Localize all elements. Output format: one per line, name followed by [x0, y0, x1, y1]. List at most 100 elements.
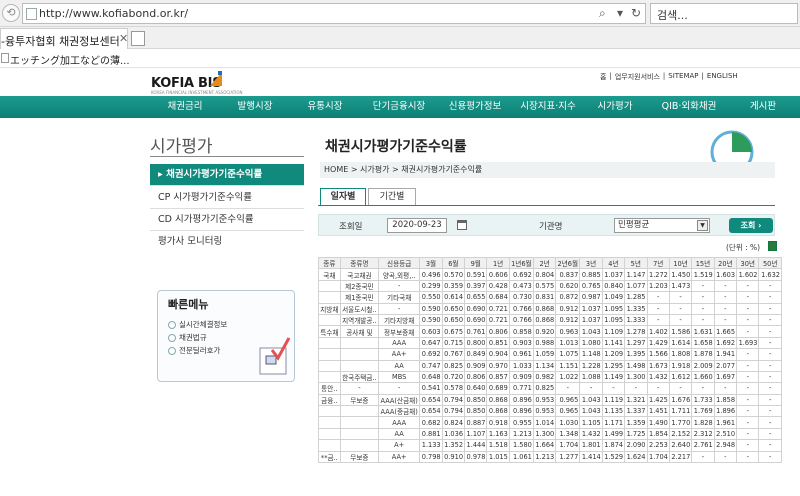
table-cell: 0.837	[555, 268, 581, 281]
table-cell: -	[691, 279, 715, 293]
table-cell: 1.664	[532, 439, 557, 452]
table-cell: 0.720	[441, 370, 466, 384]
nav-item-market-index[interactable]: 시장지표·지수	[512, 96, 584, 118]
refresh-icon[interactable]: ↻	[631, 6, 641, 20]
table-header-row: 종류 종류명 신용등급 3월 6월 9월 1년 1년6월 2년 2년6월 3년 4년 5년 7년 10년 15…	[318, 256, 782, 270]
search-placeholder: 검색...	[657, 9, 688, 22]
logo-mark-icon	[210, 71, 222, 86]
sitemap-link[interactable]: SITEMAP	[668, 72, 698, 82]
table-cell: 1.141	[601, 336, 626, 350]
table-cell: 1.444	[464, 439, 488, 452]
table-cell: 0.648	[419, 370, 443, 384]
url-input[interactable]: http://www.kofiabond.or.kr/ ⌕ ▾ ↻	[22, 3, 646, 24]
table-cell: 무보증	[339, 393, 380, 407]
table-cell: -	[339, 382, 380, 395]
table-cell: 제2종국민	[339, 279, 380, 293]
table-cell: 1.321	[624, 393, 648, 407]
table-cell: 0.575	[532, 279, 557, 293]
table-cell: -	[691, 302, 715, 315]
table-cell: 1.015	[486, 450, 510, 464]
table-cell: 특수채	[318, 325, 341, 338]
table-cell: 0.620	[555, 279, 581, 293]
nav-item-board[interactable]: 게시판	[738, 96, 788, 118]
back-icon[interactable]: ⟲	[2, 4, 20, 22]
favorite-link[interactable]: エッチング加工などの薄...	[10, 52, 130, 67]
sidebar-item-monitoring[interactable]: 평가사 모니터링	[150, 231, 304, 253]
table-cell: 1.022	[555, 370, 581, 384]
table-cell: 1.075	[555, 348, 581, 361]
table-cell	[318, 291, 341, 304]
table-cell: -	[736, 382, 760, 395]
browser-tab[interactable]: -융투자협회 채권정보센터 ✕	[0, 28, 128, 49]
table-cell: 1.770	[668, 416, 693, 429]
tab-underline	[318, 205, 775, 206]
table-cell: AAA(산금채)	[378, 393, 421, 407]
table-cell: 0.909	[464, 359, 488, 372]
table-cell: 0.988	[532, 336, 557, 350]
date-input[interactable]: 2020-09-23	[387, 218, 447, 233]
table-cell: 1.725	[624, 427, 648, 441]
table-cell: 1.660	[691, 370, 715, 384]
table-cell: 0.715	[441, 336, 466, 350]
nav-item-rates[interactable]: 채권금리	[150, 96, 220, 118]
table-cell: 0.771	[508, 382, 534, 395]
table-cell: 1.402	[646, 325, 670, 338]
new-tab-icon[interactable]	[131, 31, 145, 46]
home-link[interactable]: 홈	[600, 72, 606, 82]
table-cell: 0.909	[508, 370, 534, 384]
table-cell: 0.640	[464, 382, 488, 395]
table-cell: 1.133	[419, 439, 443, 452]
table-cell: -	[736, 416, 760, 429]
column-header: 9월	[464, 256, 488, 270]
english-link[interactable]: ENGLISH	[707, 72, 738, 82]
tab-by-date[interactable]: 일자별	[320, 188, 366, 206]
table-cell: 1.858	[713, 393, 738, 407]
nav-item-qib[interactable]: QIB·외화채권	[648, 96, 730, 118]
favorites-bar: エッチング加工などの薄...	[0, 49, 800, 68]
sidebar-item-cd-valuation[interactable]: CD 시가평가기준수익률	[150, 209, 304, 231]
quick-link-law[interactable]: 채권법규	[168, 332, 207, 343]
excel-download-icon[interactable]	[768, 241, 777, 251]
table-cell: -	[624, 382, 648, 395]
table-cell: 0.721	[486, 313, 510, 327]
table-cell: 2.253	[646, 439, 670, 452]
table-cell: 0.850	[464, 393, 488, 407]
search-button[interactable]: 조회 ›	[729, 218, 773, 233]
quick-link-realtime[interactable]: 실시간체결정보	[168, 319, 227, 330]
nav-item-valuation[interactable]: 시가평가	[590, 96, 640, 118]
nav-item-short-term[interactable]: 단기금융시장	[364, 96, 434, 118]
table-cell	[318, 370, 341, 384]
url-text: http://www.kofiabond.or.kr/	[39, 7, 189, 20]
site-logo[interactable]: KOFIA BIS KOREA FINANCIAL INVESTMENT ASS…	[151, 68, 243, 95]
table-cell: 1.105	[579, 416, 603, 429]
institution-select[interactable]: 민평평균 ▼	[614, 218, 710, 233]
tab-close-icon[interactable]: ✕	[119, 32, 128, 45]
table-cell: 1.602	[736, 268, 760, 281]
table-cell: -	[713, 302, 738, 315]
table-cell: 1.300	[532, 427, 557, 441]
sidebar-item-cp-valuation[interactable]: CP 시가평가기준수익률	[150, 187, 304, 209]
nav-item-trade-market[interactable]: 유통시장	[294, 96, 356, 118]
nav-item-issue-market[interactable]: 발행시장	[224, 96, 286, 118]
table-cell: 1.295	[601, 359, 626, 372]
logo-subtitle: KOREA FINANCIAL INVESTMENT ASSOCIATION	[151, 90, 243, 95]
quick-link-dealer-quote[interactable]: 전문딜러호가	[168, 345, 220, 356]
table-cell: 1.941	[713, 348, 738, 361]
nav-item-credit-rating[interactable]: 신용평가정보	[440, 96, 510, 118]
calendar-icon[interactable]	[457, 219, 467, 230]
table-cell: 지역개발공..	[339, 313, 380, 327]
support-link[interactable]: 업무지원서비스	[615, 72, 660, 82]
search-dropdown-icon[interactable]: ⌕	[599, 6, 606, 21]
browser-search-input[interactable]: 검색...	[650, 3, 798, 24]
table-cell: 정부보증채	[378, 325, 421, 338]
table-cell: 0.654	[419, 405, 443, 418]
table-row: AA 0.881 1.036 1.107 1.163 1.213 1.300 1.348 1.4…	[318, 427, 782, 441]
table-cell: 0.857	[486, 370, 510, 384]
table-cell: -	[758, 427, 782, 441]
tab-by-period[interactable]: 기간별	[368, 188, 416, 206]
dropdown-arrow-icon[interactable]: ▾	[617, 6, 623, 20]
table-cell: -	[713, 313, 738, 327]
table-cell: 0.806	[464, 370, 488, 384]
table-cell: -	[758, 348, 782, 361]
sidebar-item-bond-valuation[interactable]: ▸ 채권시가평가기준수익률	[150, 164, 304, 186]
